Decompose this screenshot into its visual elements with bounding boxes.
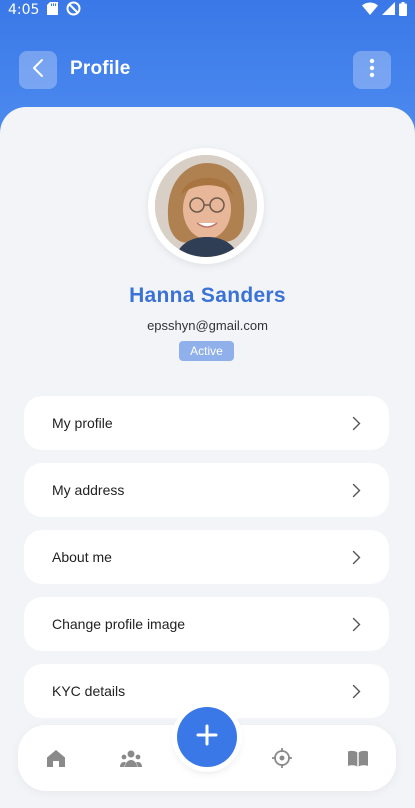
chevron-right-icon <box>352 617 361 632</box>
more-options-button[interactable] <box>353 51 391 89</box>
target-icon[interactable] <box>271 747 293 769</box>
page-title: Profile <box>70 58 131 79</box>
menu-item-about-me[interactable]: About me <box>24 530 389 584</box>
chevron-right-icon <box>352 483 361 498</box>
battery-icon <box>399 1 407 19</box>
add-button[interactable] <box>177 707 237 767</box>
chevron-right-icon <box>352 684 361 699</box>
back-button[interactable] <box>19 51 57 89</box>
chevron-right-icon <box>352 550 361 565</box>
profile-name: Hanna Sanders <box>129 284 286 307</box>
menu-item-label: About me <box>52 549 112 565</box>
home-icon[interactable] <box>45 747 67 769</box>
status-time: 4:05 <box>8 2 40 18</box>
menu-item-label: My profile <box>52 415 113 431</box>
app-bar: Profile <box>0 50 415 90</box>
data-saver-icon <box>66 1 81 19</box>
avatar <box>155 155 257 257</box>
profile-email: epsshyn@gmail.com <box>147 318 268 333</box>
signal-icon <box>382 2 395 18</box>
add-icon <box>195 723 219 752</box>
book-icon[interactable] <box>347 747 369 769</box>
menu-item-my-address[interactable]: My address <box>24 463 389 517</box>
chevron-left-icon <box>31 58 45 83</box>
chevron-right-icon <box>352 416 361 431</box>
menu-item-label: KYC details <box>52 683 126 699</box>
more-vertical-icon <box>369 58 375 83</box>
wifi-icon <box>362 2 378 18</box>
menu-item-label: My address <box>52 482 125 498</box>
group-icon[interactable] <box>120 747 142 769</box>
status-bar: 4:05 <box>0 0 415 20</box>
status-badge: Active <box>179 341 234 361</box>
menu-item-my-profile[interactable]: My profile <box>24 396 389 450</box>
sd-card-icon <box>47 2 59 18</box>
menu-item-label: Change profile image <box>52 616 186 632</box>
menu-item-change-profile-image[interactable]: Change profile image <box>24 597 389 651</box>
avatar-frame <box>148 148 264 264</box>
